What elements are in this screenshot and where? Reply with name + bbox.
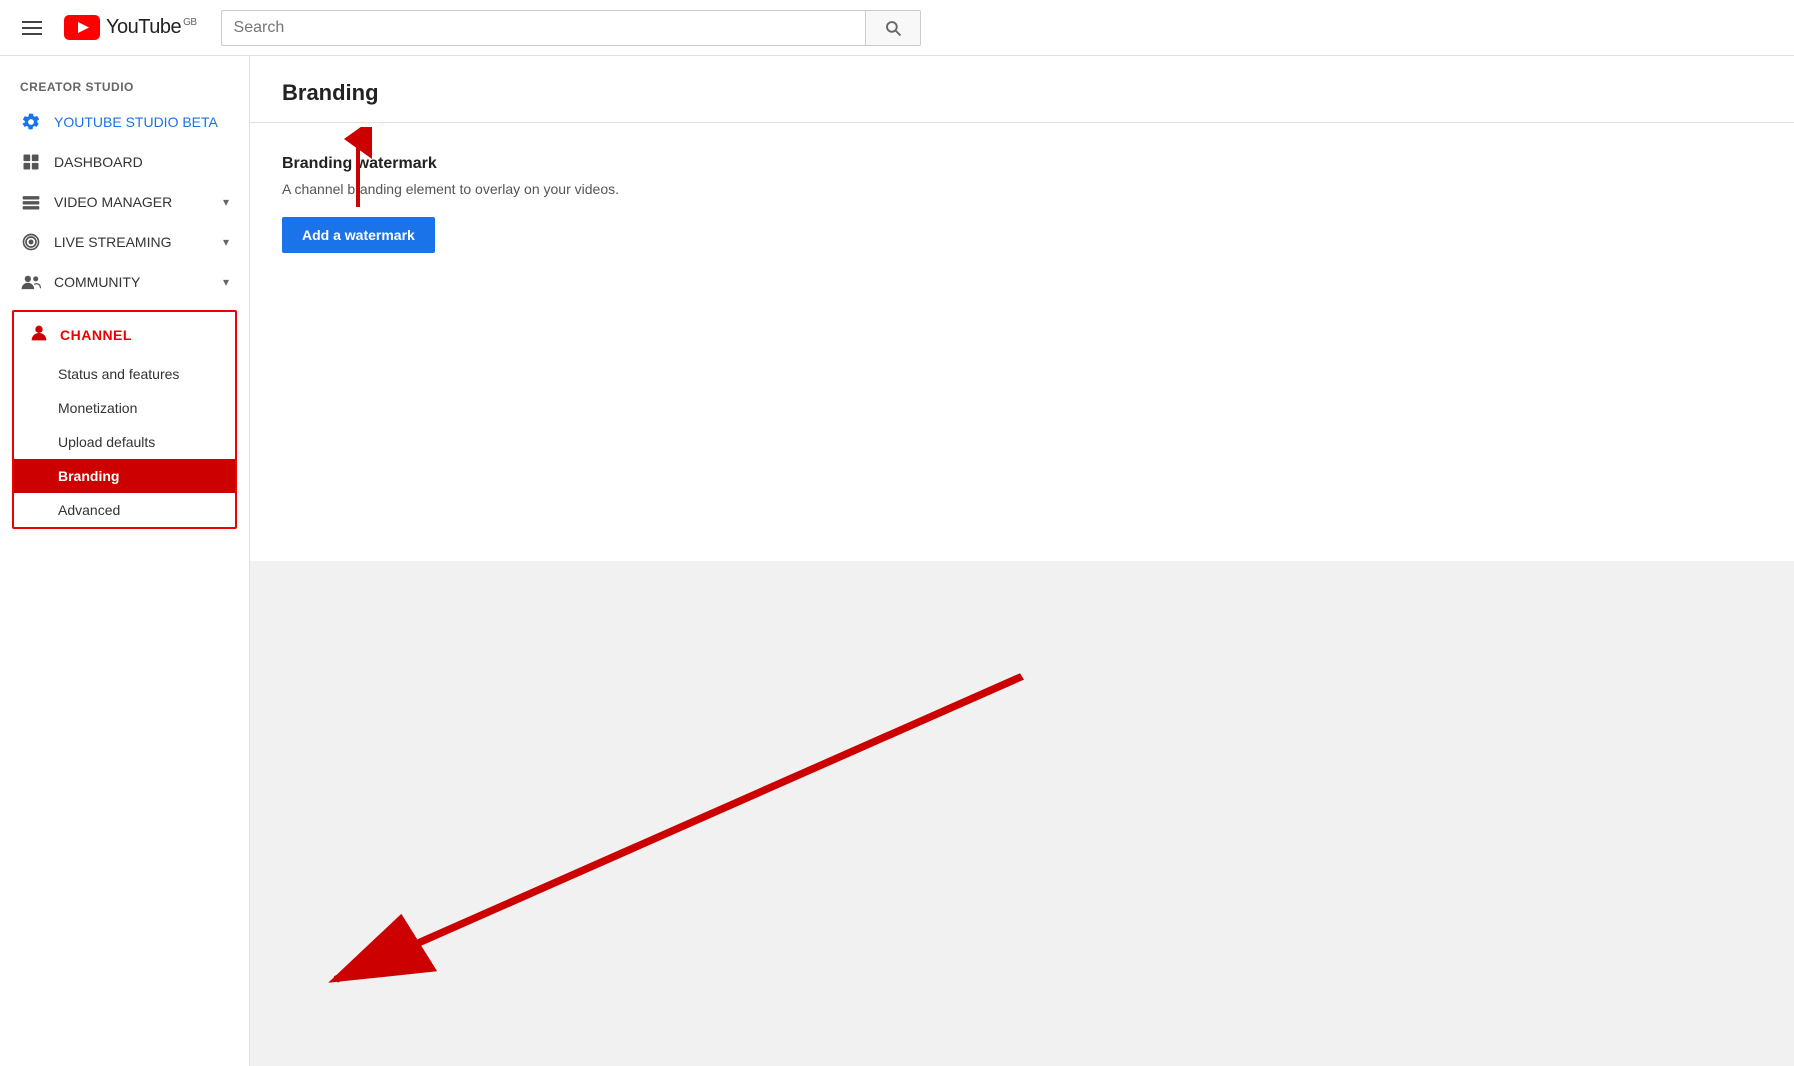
button-area: Add a watermark [282,217,435,253]
studio-beta-label: YOUTUBE STUDIO BETA [54,114,218,130]
community-label: COMMUNITY [54,274,140,290]
sidebar-item-video-manager[interactable]: VIDEO MANAGER ▾ [0,182,249,222]
chevron-down-icon: ▾ [223,195,229,209]
sidebar-item-dashboard[interactable]: DASHBOARD [0,142,249,182]
branding-label: Branding [58,468,119,484]
sidebar-item-monetization[interactable]: Monetization [14,391,235,425]
content-header: Branding [250,56,1794,123]
top-navigation: YouTubeGB [0,0,1794,56]
community-icon [20,272,42,292]
chevron-down-icon2: ▾ [223,235,229,249]
sidebar-item-studio-beta[interactable]: YOUTUBE STUDIO BETA [0,102,249,142]
youtube-wordmark: YouTubeGB [106,16,197,39]
live-streaming-label: LIVE STREAMING [54,234,171,250]
youtube-logo-icon [64,15,100,40]
sidebar-item-live-streaming[interactable]: LIVE STREAMING ▾ [0,222,249,262]
video-manager-icon [20,192,42,212]
dashboard-label: DASHBOARD [54,154,143,170]
logo-area: YouTubeGB [64,15,197,40]
status-features-label: Status and features [58,366,179,382]
add-watermark-button[interactable]: Add a watermark [282,217,435,253]
channel-section: CHANNEL Status and features Monetization… [12,310,237,529]
search-button[interactable] [865,10,921,46]
content-body: Branding watermark A channel branding el… [250,123,1794,285]
search-form [221,10,921,46]
arrow-diagonal-annotation [250,561,1794,1066]
yt-region: GB [183,17,196,28]
sidebar: CREATOR STUDIO YOUTUBE STUDIO BETA DASHB… [0,56,250,1066]
live-streaming-icon [20,232,42,252]
main-content: Branding Branding watermark A channel br… [250,56,1794,561]
gear-icon [20,112,42,132]
dashboard-icon [20,152,42,172]
channel-person-icon [28,322,50,347]
sidebar-item-channel[interactable]: CHANNEL [14,312,235,357]
sidebar-item-advanced[interactable]: Advanced [14,493,235,527]
watermark-description: A channel branding element to overlay on… [282,181,1762,197]
advanced-label: Advanced [58,502,120,518]
page-title: Branding [282,80,1762,106]
sidebar-item-community[interactable]: COMMUNITY ▾ [0,262,249,302]
creator-studio-label: CREATOR STUDIO [0,72,249,102]
upload-defaults-label: Upload defaults [58,434,155,450]
main-wrapper: Branding Branding watermark A channel br… [250,56,1794,1066]
watermark-section: Branding watermark A channel branding el… [282,155,1762,253]
video-manager-label: VIDEO MANAGER [54,194,172,210]
search-input[interactable] [221,10,865,46]
hamburger-menu[interactable] [16,15,48,41]
sidebar-item-branding[interactable]: Branding [14,459,235,493]
page-layout: CREATOR STUDIO YOUTUBE STUDIO BETA DASHB… [0,56,1794,1066]
sidebar-item-status-features[interactable]: Status and features [14,357,235,391]
channel-label: CHANNEL [60,327,132,343]
gray-area [250,561,1794,1066]
chevron-down-icon3: ▾ [223,275,229,289]
monetization-label: Monetization [58,400,137,416]
watermark-subtitle: Branding watermark [282,155,1762,173]
sidebar-item-upload-defaults[interactable]: Upload defaults [14,425,235,459]
search-icon [884,19,902,37]
